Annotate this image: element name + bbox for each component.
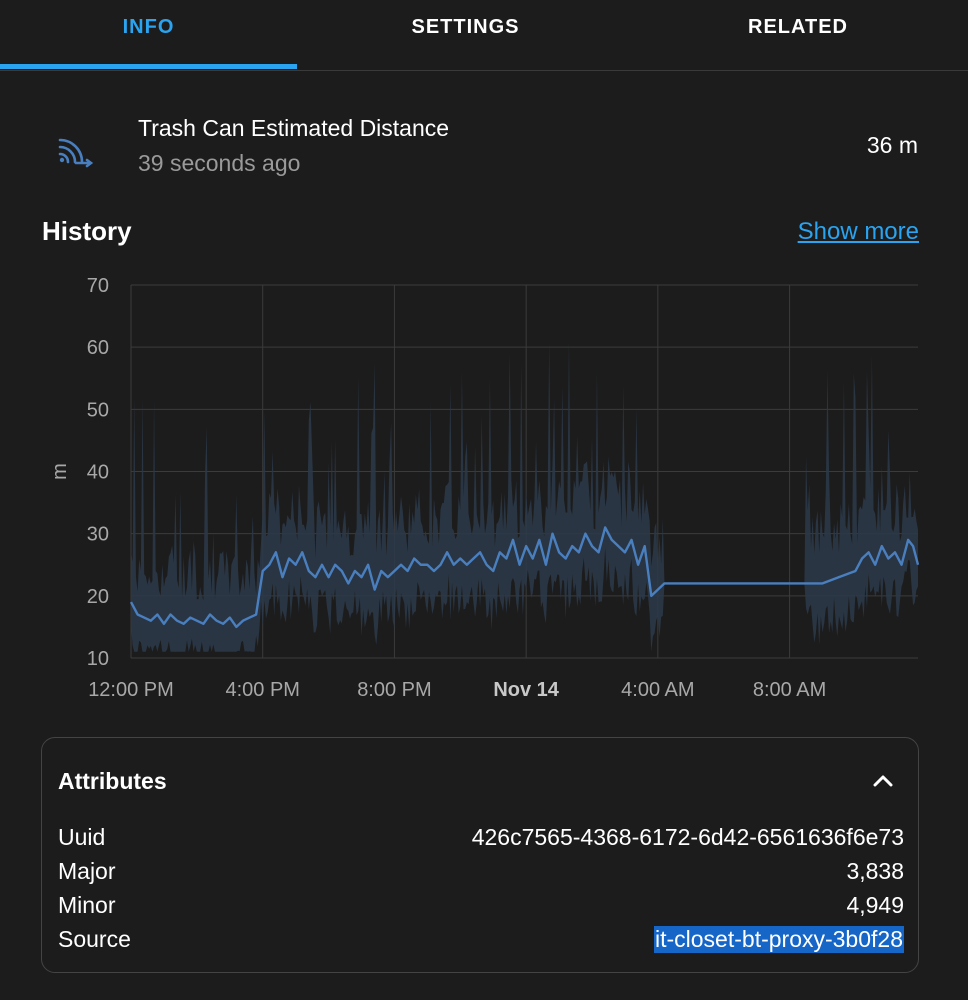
min-max-band <box>131 340 918 652</box>
y-tick-label: 50 <box>87 399 109 421</box>
entity-name: Trash Can Estimated Distance <box>138 115 450 141</box>
attribute-row-uuid: Uuid 426c7565-4368-6172-6d42-6561636f6e7… <box>58 824 904 856</box>
attribute-value: 3,838 <box>846 858 904 884</box>
y-tick-label: 30 <box>87 524 109 546</box>
attribute-key: Minor <box>58 892 116 918</box>
attribute-value: 426c7565-4368-6172-6d42-6561636f6e73 <box>471 824 904 850</box>
attribute-key: Uuid <box>58 824 106 850</box>
y-tick-label: 60 <box>87 337 109 359</box>
show-more-link[interactable]: Show more <box>798 218 919 246</box>
tab-bar: INFO SETTINGS RELATED <box>0 0 968 71</box>
attribute-key: Source <box>58 926 131 952</box>
chart-y-ticks: 70 60 50 40 30 20 10 <box>87 275 109 670</box>
history-title: History <box>42 216 132 246</box>
chart-y-axis-label: m <box>49 463 71 480</box>
bluetooth-connect-icon <box>58 138 94 168</box>
y-tick-label: 70 <box>87 275 109 297</box>
entity-state: 36 m <box>866 132 918 158</box>
attribute-row-source: Source it-closet-bt-proxy-3b0f28 <box>58 926 904 958</box>
attribute-key: Major <box>58 858 116 884</box>
attributes-title: Attributes <box>58 768 167 794</box>
history-chart[interactable]: 70 60 50 40 30 20 10 12:00 PM 4:00 PM 8:00 PM Nov… <box>0 265 968 715</box>
attribute-row-minor: Minor 4,949 <box>58 892 904 924</box>
attribute-value-selected[interactable]: it-closet-bt-proxy-3b0f28 <box>654 926 904 953</box>
x-tick-label: Nov 14 <box>493 679 559 701</box>
active-tab-indicator <box>0 64 297 69</box>
chart-x-ticks: 12:00 PM 4:00 PM 8:00 PM Nov 14 4:00 AM 8:00 … <box>88 679 826 701</box>
attribute-row-major: Major 3,838 <box>58 858 904 890</box>
tab-info[interactable]: INFO <box>0 0 297 56</box>
x-tick-label: 8:00 PM <box>357 679 431 701</box>
y-tick-label: 10 <box>87 648 109 670</box>
attribute-value: 4,949 <box>846 892 904 918</box>
tab-settings[interactable]: SETTINGS <box>297 0 634 56</box>
entity-last-changed: 39 seconds ago <box>138 150 301 176</box>
y-tick-label: 20 <box>87 586 109 608</box>
chevron-up-icon[interactable] <box>868 766 898 796</box>
chart-range-band <box>131 340 918 652</box>
x-tick-label: 12:00 PM <box>88 679 174 701</box>
attributes-card: Attributes Uuid 426c7565-4368-6172-6d42-… <box>41 737 919 973</box>
x-tick-label: 8:00 AM <box>753 679 826 701</box>
tab-related[interactable]: RELATED <box>634 0 962 56</box>
y-tick-label: 40 <box>87 462 109 484</box>
x-tick-label: 4:00 PM <box>225 679 299 701</box>
x-tick-label: 4:00 AM <box>621 679 694 701</box>
